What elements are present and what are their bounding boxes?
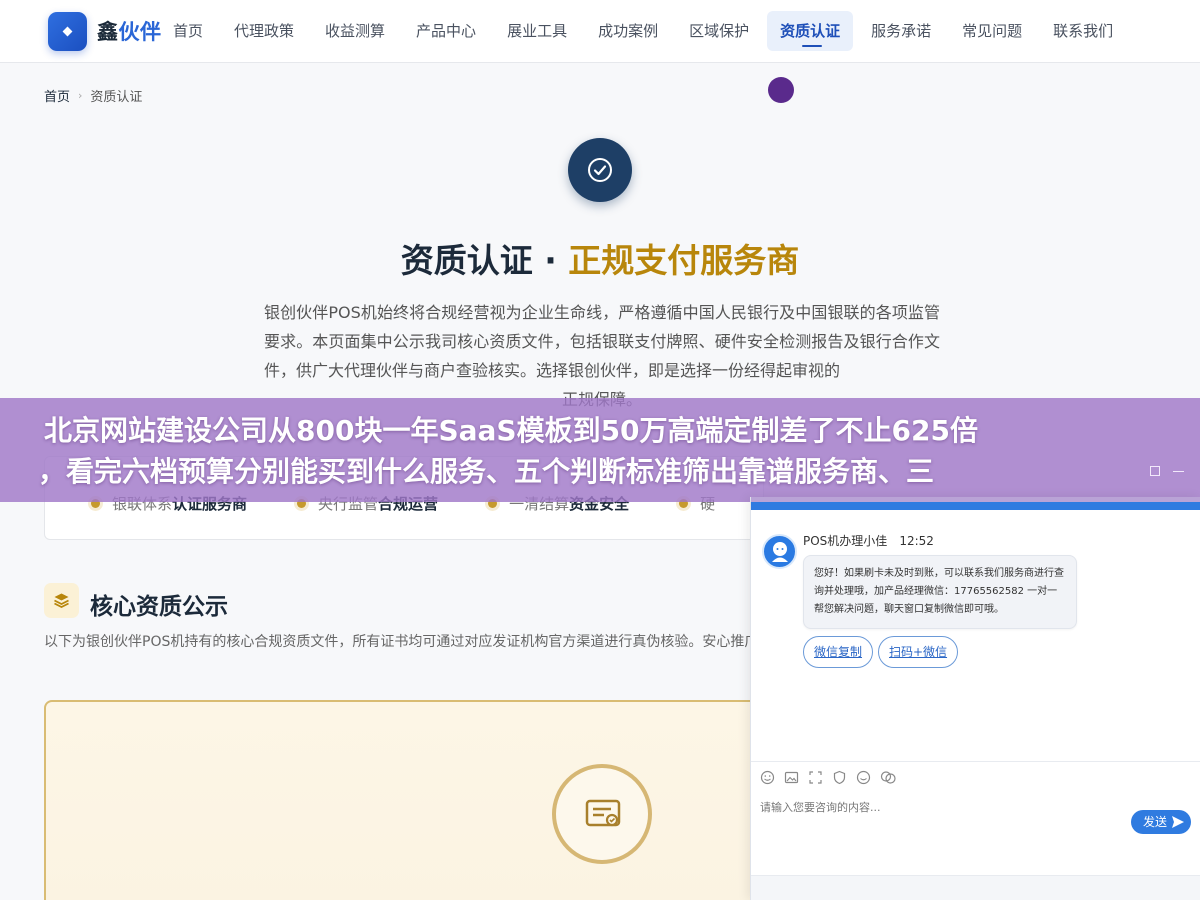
nav-item-cases[interactable]: 成功案例 [585, 11, 671, 51]
agent-name: POS机办理小佳 12:52 [803, 532, 934, 549]
agent-avatar-icon [762, 534, 797, 569]
image-icon[interactable] [784, 770, 800, 786]
chat-toolbar [760, 770, 904, 786]
shield-icon[interactable] [832, 770, 848, 786]
layers-icon [44, 583, 79, 618]
article-banner[interactable]: 北京网站建设公司从800块一年SaaS模板到50万高端定制差了不止625倍 ，看… [0, 398, 1200, 502]
brand-part2: 伙伴 [118, 20, 162, 44]
minimize-window-icon[interactable] [1173, 471, 1184, 472]
agent-message: 您好！如果刷卡未及时到账，可以联系我们服务商进行查询并处理哦，加产品经理微信：1… [803, 555, 1077, 629]
chat-input[interactable]: 请输入您要咨询的内容... [760, 799, 1120, 815]
breadcrumb-home[interactable]: 首页 [44, 86, 70, 105]
chat-footer [751, 875, 1200, 900]
scan-wechat-button[interactable]: 扫码+微信 [878, 636, 959, 668]
certificate-card[interactable] [44, 700, 764, 900]
restore-window-icon[interactable] [1150, 466, 1160, 476]
send-icon [1172, 816, 1184, 828]
nav-item-service[interactable]: 服务承诺 [858, 11, 944, 51]
copy-wechat-button[interactable]: 微信复制 [803, 636, 874, 668]
send-button[interactable]: 发送 [1131, 810, 1191, 834]
brand-part1: 鑫 [97, 20, 119, 44]
breadcrumb-current: 资质认证 [90, 90, 143, 105]
page-intro: 银创伙伴POS机始终将合规经营视为企业生命线，严格遵循中国人民银行及中国银联的各… [264, 298, 940, 414]
page-title: 资质认证 · 正规支付服务商 [0, 234, 1200, 282]
verified-badge-icon [568, 138, 632, 202]
smile-icon[interactable] [760, 770, 776, 786]
section-description: 以下为银创伙伴POS机持有的核心合规资质文件，所有证书均可通过对应发证机构官方渠… [44, 634, 773, 650]
message-time: 12:52 [899, 534, 934, 548]
banner-line-2: ，看完六档预算分别能买到什么服务、五个判断标准筛出靠谱服务商、三 [38, 455, 935, 488]
nav-item-income-calc[interactable]: 收益测算 [312, 11, 398, 51]
chat-widget: POS机办理小佳 12:52 您好！如果刷卡未及时到账，可以联系我们服务商进行查询… [750, 497, 1200, 900]
banner-headline: 北京网站建设公司从800块一年SaaS模板到50万高端定制差了不止625倍 ，看… [38, 410, 1164, 492]
top-header: 鑫伙伴 首页 代理政策 收益测算 产品中心 展业工具 成功案例 区域保护 资质认… [0, 0, 1200, 63]
breadcrumb-separator: › [78, 89, 83, 102]
nav-item-agent-policy[interactable]: 代理政策 [221, 11, 307, 51]
nav-item-home[interactable]: 首页 [160, 11, 216, 51]
page-title-accent: 正规支付服务商 [568, 241, 800, 280]
logo-icon[interactable] [48, 12, 87, 51]
agent-name-text: POS机办理小佳 [803, 534, 888, 548]
brand-name[interactable]: 鑫伙伴 [97, 16, 162, 46]
nav-item-products[interactable]: 产品中心 [403, 11, 489, 51]
chat-bubbles-icon[interactable] [880, 770, 896, 786]
section-title: 核心资质公示 [90, 594, 228, 620]
certificate-icon [552, 764, 652, 864]
chat-divider [751, 761, 1200, 762]
breadcrumb: 首页 › 资质认证 [44, 86, 142, 105]
send-button-label: 发送 [1143, 815, 1168, 829]
page-intro-text: 银创伙伴POS机始终将合规经营视为企业生命线，严格遵循中国人民银行及中国银联的各… [264, 303, 940, 380]
page-title-main: 资质认证 · [400, 241, 569, 280]
nav-item-qualification[interactable]: 资质认证 [767, 11, 854, 51]
emoji-icon[interactable] [856, 770, 872, 786]
banner-line-1: 北京网站建设公司从800块一年SaaS模板到50万高端定制差了不止625倍 [44, 414, 978, 447]
screenshot-icon[interactable] [808, 770, 824, 786]
nav-item-contact[interactable]: 联系我们 [1040, 11, 1126, 51]
nav-item-faq[interactable]: 常见问题 [949, 11, 1035, 51]
chat-header-bar [751, 502, 1200, 510]
banner-avatar-icon [768, 77, 794, 103]
main-nav: 首页 代理政策 收益测算 产品中心 展业工具 成功案例 区域保护 资质认证 服务… [160, 11, 1131, 51]
nav-item-region[interactable]: 区域保护 [676, 11, 762, 51]
nav-item-tools[interactable]: 展业工具 [494, 11, 580, 51]
